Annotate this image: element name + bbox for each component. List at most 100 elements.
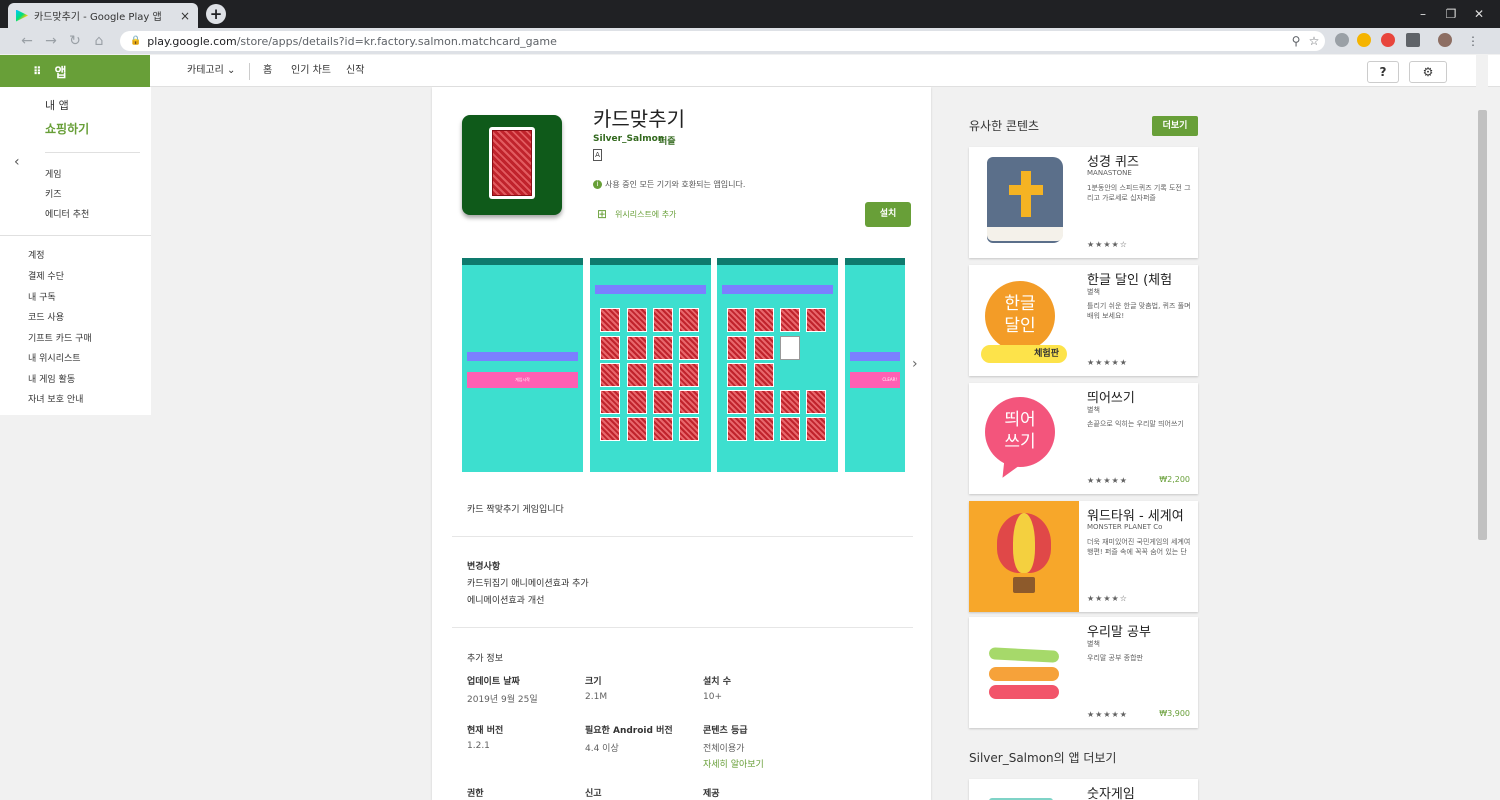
forward-icon[interactable]: → bbox=[42, 31, 60, 51]
sidebar-item-redeem[interactable]: 코드 사용 bbox=[28, 310, 64, 323]
info-android-value: 4.4 이상 bbox=[585, 744, 619, 754]
extension-icon[interactable] bbox=[1335, 33, 1349, 47]
screenshot-2[interactable] bbox=[590, 258, 711, 472]
similar-app-card[interactable]: 성경 퀴즈 MANASTONE 1분동안의 스피드퀴즈 기록 도전 그리고 가로… bbox=[969, 147, 1198, 258]
screenshot-clear-label: CLEAR! bbox=[850, 372, 900, 388]
zoom-icon[interactable]: ⚲ bbox=[1288, 33, 1304, 49]
similar-more-button[interactable]: 더보기 bbox=[1152, 116, 1198, 136]
tab-title: 카드맞추기 - Google Play 앱 bbox=[34, 12, 162, 23]
similar-app-description: 손끝으로 익히는 우리말 띄어쓰기 bbox=[1087, 420, 1184, 428]
nav-new[interactable]: 신작 bbox=[346, 55, 364, 87]
url-input[interactable]: 🔒 play.google.com/store/apps/details?id=… bbox=[120, 31, 1325, 51]
app-icon bbox=[462, 115, 562, 215]
help-button[interactable]: ? bbox=[1367, 61, 1399, 83]
sidebar-item-editors[interactable]: 에디터 추천 bbox=[45, 207, 89, 220]
profile-avatar[interactable] bbox=[1438, 33, 1452, 47]
similar-app-card[interactable]: 우리말 공부 별책 우리말 공부 종합판 ★★★★★ ₩3,900 bbox=[969, 617, 1198, 728]
info-offered-label: 제공 bbox=[703, 789, 720, 799]
sidebar-item-account[interactable]: 계정 bbox=[28, 248, 45, 261]
screenshot-start-label: 게임시작 bbox=[467, 372, 578, 388]
similar-app-description: 틀리기 쉬운 한글 맞춤법, 퀴즈 풀며 배워 보세요! bbox=[1087, 302, 1191, 320]
app-description: 카드 짝맞추기 게임입니다 bbox=[467, 505, 564, 515]
sidebar-item-shop[interactable]: 쇼핑하기 bbox=[45, 120, 89, 137]
sidebar-divider bbox=[45, 152, 140, 153]
similar-app-title: 띄어쓰기 bbox=[1087, 391, 1135, 406]
sidebar-item-kids[interactable]: 키즈 bbox=[45, 187, 62, 200]
icon-text-hangul-top: 한글 bbox=[1004, 294, 1036, 314]
more-from-developer-title: Silver_Salmon의 앱 더보기 bbox=[969, 751, 1117, 765]
info-android-label: 필요한 Android 버전 bbox=[585, 726, 673, 736]
changes-line-2: 에니메이션효과 개선 bbox=[467, 596, 545, 606]
sidebar-item-payment[interactable]: 결제 수단 bbox=[28, 269, 64, 282]
info-permissions-label: 권한 bbox=[467, 789, 484, 799]
similar-app-card[interactable]: 한글 달인 체험판 한글 달인 (체험 별책 틀리기 쉬운 한글 맞춤법, 퀴즈 … bbox=[969, 265, 1198, 376]
icon-text-spacing-top: 띄어 bbox=[1004, 410, 1036, 430]
similar-app-developer: MANASTONE bbox=[1087, 169, 1132, 177]
tab-close-icon[interactable]: × bbox=[180, 9, 190, 23]
reload-icon[interactable]: ↻ bbox=[66, 31, 84, 51]
sidebar-item-wishlist[interactable]: 내 위시리스트 bbox=[28, 351, 81, 364]
similar-app-rating: ★★★★★ bbox=[1087, 710, 1128, 719]
extension-icon[interactable] bbox=[1381, 33, 1395, 47]
categories-menu[interactable]: 카테고리 ⌄ bbox=[187, 55, 235, 87]
window-close-button[interactable]: ✕ bbox=[1466, 4, 1492, 24]
developer-link[interactable]: Silver_Salmon bbox=[593, 134, 664, 144]
wishlist-button[interactable]: 위시리스트에 추가 bbox=[615, 209, 676, 220]
url-path: /store/apps/details?id=kr.factory.salmon… bbox=[236, 34, 557, 48]
sidebar-item-game-activity[interactable]: 내 게임 활동 bbox=[28, 372, 75, 385]
info-version-value: 1.2.1 bbox=[467, 741, 490, 751]
screenshot-4[interactable]: CLEAR! bbox=[845, 258, 905, 472]
window-minimize-button[interactable]: – bbox=[1410, 4, 1436, 24]
hot-air-balloon-icon bbox=[969, 501, 1079, 612]
info-content-value: 전체이용가 bbox=[703, 744, 745, 754]
wishlist-icon[interactable]: ⊞ bbox=[597, 207, 607, 221]
similar-app-title: 워드타워 - 세계여 bbox=[1087, 509, 1184, 524]
apps-brand-label: 앱 bbox=[54, 65, 67, 81]
new-tab-button[interactable]: + bbox=[206, 4, 226, 24]
install-button[interactable]: 설치 bbox=[865, 202, 911, 227]
extension-icon[interactable] bbox=[1406, 33, 1420, 47]
similar-app-card[interactable]: 띄어 쓰기 띄어쓰기 별책 손끝으로 익히는 우리말 띄어쓰기 ★★★★★ ₩2,… bbox=[969, 383, 1198, 494]
icon-text-spacing-bottom: 쓰기 bbox=[1004, 432, 1036, 452]
info-size-label: 크기 bbox=[585, 677, 602, 687]
nav-top-charts[interactable]: 인기 차트 bbox=[291, 55, 331, 87]
screenshot-1[interactable]: 게임시작 bbox=[462, 258, 583, 472]
info-title: 추가 정보 bbox=[467, 654, 503, 664]
info-updated-value: 2019년 9월 25일 bbox=[467, 695, 538, 705]
screenshots-next-icon[interactable]: › bbox=[912, 356, 918, 372]
similar-app-rating: ★★★★★ bbox=[1087, 358, 1128, 367]
collapse-sidebar-icon[interactable]: ‹ bbox=[14, 154, 20, 170]
home-icon[interactable]: ⌂ bbox=[90, 31, 108, 51]
browser-menu-icon[interactable]: ⋮ bbox=[1465, 33, 1481, 49]
extension-icon[interactable] bbox=[1357, 33, 1371, 47]
developer-app-card[interactable]: 숫자게임 bbox=[969, 779, 1198, 800]
info-updated-label: 업데이트 날짜 bbox=[467, 677, 520, 687]
window-restore-button[interactable]: ❐ bbox=[1438, 4, 1464, 24]
sidebar-item-parent-guide[interactable]: 자녀 보호 안내 bbox=[28, 392, 83, 405]
app-title: 카드맞추기 bbox=[593, 107, 685, 131]
similar-app-price: ₩2,200 bbox=[1159, 475, 1190, 484]
play-store-favicon-icon bbox=[16, 9, 28, 22]
info-version-label: 현재 버전 bbox=[467, 726, 504, 736]
browser-tab[interactable]: 카드맞추기 - Google Play 앱 × bbox=[8, 3, 198, 28]
back-icon[interactable]: ← bbox=[18, 31, 36, 51]
info-content-more-link[interactable]: 자세히 알아보기 bbox=[703, 757, 764, 770]
bookmark-star-icon[interactable]: ☆ bbox=[1306, 33, 1322, 49]
similar-app-developer: 별책 bbox=[1087, 406, 1100, 414]
apps-brand[interactable]: ⠿ 앱 bbox=[0, 55, 150, 87]
screenshot-3[interactable] bbox=[717, 258, 838, 472]
similar-app-description: 더욱 재미있어진 국민게임의 세계여행편! 퍼즐 속에 꼭꼭 숨어 있는 단 bbox=[1087, 538, 1191, 556]
nav-home[interactable]: 홈 bbox=[263, 55, 272, 87]
sidebar-item-games[interactable]: 게임 bbox=[45, 167, 62, 180]
similar-app-card[interactable]: 워드타워 - 세계여 MONSTER PLANET Co 더욱 재미있어진 국민… bbox=[969, 501, 1198, 612]
settings-button[interactable]: ⚙ bbox=[1409, 61, 1447, 83]
sidebar-item-subscriptions[interactable]: 내 구독 bbox=[28, 290, 56, 303]
sidebar-item-my-apps[interactable]: 내 앱 bbox=[45, 97, 69, 113]
info-installs-label: 설치 수 bbox=[703, 677, 731, 687]
info-size-value: 2.1M bbox=[585, 692, 608, 702]
developer-app-title: 숫자게임 bbox=[1087, 787, 1135, 800]
scrollbar-thumb[interactable] bbox=[1478, 110, 1487, 540]
content-rating-icon: A bbox=[593, 149, 602, 161]
sidebar-item-gift-card[interactable]: 기프트 카드 구매 bbox=[28, 331, 92, 344]
category-link[interactable]: 퍼즐 bbox=[659, 134, 676, 147]
